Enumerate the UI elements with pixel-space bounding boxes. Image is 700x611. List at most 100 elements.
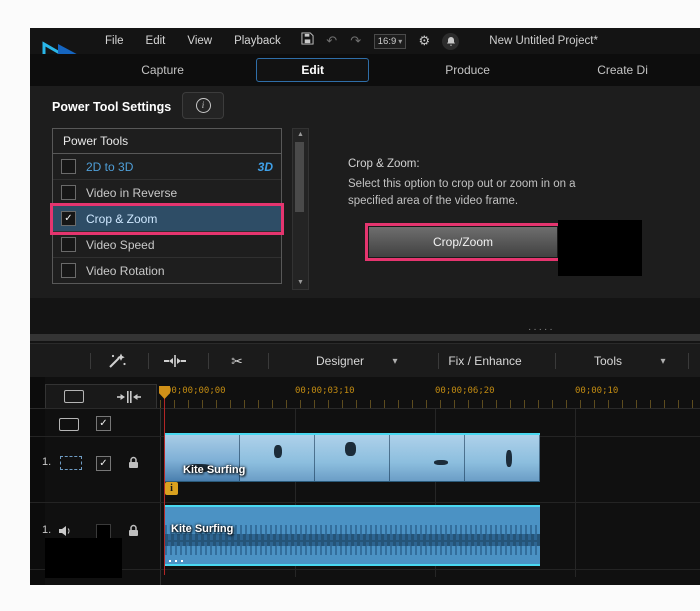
tab-produce[interactable]: Produce bbox=[390, 63, 545, 77]
panel-divider bbox=[30, 334, 700, 341]
list-item-label: Video Speed bbox=[86, 238, 155, 252]
menubar: File Edit View Playback ↶ ↷ 16:9 ▾ ⚙ New… bbox=[30, 28, 700, 54]
playhead-marker[interactable] bbox=[159, 386, 170, 399]
list-item-label: 2D to 3D bbox=[86, 160, 133, 174]
ruler-timecode: 00;00;00;00 bbox=[166, 386, 226, 396]
save-icon[interactable] bbox=[296, 31, 320, 51]
fit-timeline-icon[interactable] bbox=[112, 388, 146, 406]
track-manager-icon[interactable] bbox=[52, 415, 86, 433]
tab-edit[interactable]: Edit bbox=[235, 58, 390, 82]
crop-zoom-button[interactable]: Crop/Zoom bbox=[368, 226, 558, 258]
ruler-timecode: 00;00;10 bbox=[575, 386, 618, 396]
tools-menu[interactable]: Tools bbox=[578, 344, 638, 378]
video-track-lock-icon[interactable] bbox=[128, 456, 139, 474]
list-item-video-in-reverse[interactable]: Video in Reverse bbox=[53, 180, 281, 206]
undo-icon[interactable]: ↶ bbox=[320, 31, 344, 51]
video-track-icon bbox=[60, 456, 82, 470]
tab-edit-label: Edit bbox=[256, 58, 369, 82]
menu-view[interactable]: View bbox=[176, 35, 223, 47]
ruler-timecode: 00;00;03;10 bbox=[295, 386, 355, 396]
designer-chevron-down-icon[interactable]: ▾ bbox=[388, 344, 402, 378]
crop-zoom-description-title: Crop & Zoom: bbox=[348, 158, 420, 170]
audio-clip[interactable]: Kite Surfing bbox=[165, 505, 540, 566]
chevron-down-icon: ▾ bbox=[398, 37, 402, 46]
list-scrollbar[interactable]: ▲ ▼ bbox=[292, 128, 309, 290]
notifications-bell-icon[interactable] bbox=[442, 33, 459, 50]
toolbar-divider bbox=[688, 353, 689, 369]
checkbox-2d-to-3d[interactable] bbox=[61, 159, 76, 174]
3d-badge-icon: 3D bbox=[258, 160, 273, 174]
audio-track-lock-icon[interactable] bbox=[128, 524, 139, 542]
audio-waveform-line bbox=[165, 540, 540, 542]
toolbar-divider bbox=[90, 353, 91, 369]
range-select-icon[interactable] bbox=[57, 388, 91, 406]
audio-track-number: 1. bbox=[42, 524, 51, 536]
checkbox-video-speed[interactable] bbox=[61, 237, 76, 252]
redacted-area bbox=[558, 220, 642, 276]
list-item-video-speed[interactable]: Video Speed bbox=[53, 232, 281, 258]
designer-menu[interactable]: Designer bbox=[300, 344, 380, 378]
tools-chevron-down-icon[interactable]: ▾ bbox=[656, 344, 670, 378]
toolbar-divider bbox=[555, 353, 556, 369]
menu-file[interactable]: File bbox=[94, 35, 135, 47]
clip-thumbnail bbox=[315, 435, 390, 481]
tab-create-disc[interactable]: Create Di bbox=[545, 63, 700, 77]
ruler-baseline bbox=[30, 408, 700, 409]
toolbar-divider bbox=[268, 353, 269, 369]
tab-capture[interactable]: Capture bbox=[90, 63, 235, 77]
keyframe-dot bbox=[175, 560, 177, 562]
video-clip[interactable]: Kite Surfing bbox=[165, 433, 540, 482]
menubar-icon-group: ↶ ↷ 16:9 ▾ ⚙ bbox=[296, 31, 460, 51]
list-item-crop-and-zoom[interactable]: ✓ Crop & Zoom bbox=[53, 206, 281, 232]
menu-playback[interactable]: Playback bbox=[223, 35, 292, 47]
ruler-ticks[interactable] bbox=[160, 400, 700, 408]
lane-divider bbox=[30, 569, 700, 570]
redacted-area bbox=[45, 538, 122, 578]
scroll-down-icon[interactable]: ▼ bbox=[293, 278, 308, 288]
crop-zoom-description: Select this option to crop out or zoom i… bbox=[348, 176, 610, 211]
audio-track-enable-checkbox[interactable] bbox=[96, 524, 111, 539]
video-track-enable-checkbox[interactable]: ✓ bbox=[96, 456, 111, 471]
keyframe-dot bbox=[181, 560, 183, 562]
lane-divider bbox=[30, 502, 700, 503]
power-tools-list-header: Power Tools bbox=[53, 129, 281, 154]
aspect-ratio-value: 16:9 bbox=[378, 36, 397, 47]
info-icon: i bbox=[196, 98, 211, 113]
list-item-label: Crop & Zoom bbox=[86, 212, 157, 226]
clip-info-icon[interactable]: i bbox=[165, 482, 178, 495]
video-track-number: 1. bbox=[42, 456, 51, 468]
power-tools-list: Power Tools 2D to 3D 3D Video in Reverse… bbox=[52, 128, 282, 284]
timeline-header-buttons bbox=[45, 384, 157, 409]
checkbox-video-in-reverse[interactable] bbox=[61, 185, 76, 200]
clip-thumbnail bbox=[240, 435, 315, 481]
split-scissors-icon[interactable]: ✂ bbox=[220, 344, 254, 378]
grid-line bbox=[575, 409, 576, 577]
audio-clip-label: Kite Surfing bbox=[171, 523, 233, 535]
project-title: New Untitled Project* bbox=[489, 35, 598, 47]
list-item-label: Video in Reverse bbox=[86, 186, 177, 200]
timeline: 00;00;00;00 00;00;03;10 00;00;06;20 00;0… bbox=[30, 377, 700, 585]
aspect-ratio-selector[interactable]: 16:9 ▾ bbox=[374, 34, 407, 49]
checkbox-video-rotation[interactable] bbox=[61, 263, 76, 278]
list-item-label: Video Rotation bbox=[86, 264, 165, 278]
list-item-video-rotation[interactable]: Video Rotation bbox=[53, 258, 281, 283]
timeline-toolbar: ✂ Designer ▾ Fix / Enhance Tools ▾ bbox=[30, 343, 700, 379]
scroll-up-icon[interactable]: ▲ bbox=[293, 130, 308, 140]
checkbox-crop-and-zoom[interactable]: ✓ bbox=[61, 211, 76, 226]
keyframe-dot bbox=[169, 560, 171, 562]
track-header-checkbox[interactable]: ✓ bbox=[96, 416, 111, 431]
settings-gear-icon[interactable]: ⚙ bbox=[412, 31, 436, 51]
app-window: File Edit View Playback ↶ ↷ 16:9 ▾ ⚙ New… bbox=[30, 28, 700, 585]
playhead-line[interactable] bbox=[164, 397, 165, 575]
menu-edit[interactable]: Edit bbox=[135, 35, 177, 47]
clip-thumbnail bbox=[465, 435, 540, 481]
mode-tabs: Capture Edit Produce Create Di bbox=[30, 54, 700, 86]
fix-enhance-button[interactable]: Fix / Enhance bbox=[430, 344, 540, 378]
list-item-2d-to-3d[interactable]: 2D to 3D 3D bbox=[53, 154, 281, 180]
redo-icon[interactable]: ↷ bbox=[344, 31, 368, 51]
magic-wand-icon[interactable] bbox=[100, 344, 134, 378]
transition-split-icon[interactable] bbox=[158, 344, 192, 378]
scrollbar-thumb[interactable] bbox=[295, 142, 304, 212]
panel-title: Power Tool Settings bbox=[52, 100, 171, 114]
info-button[interactable]: i bbox=[182, 92, 224, 119]
